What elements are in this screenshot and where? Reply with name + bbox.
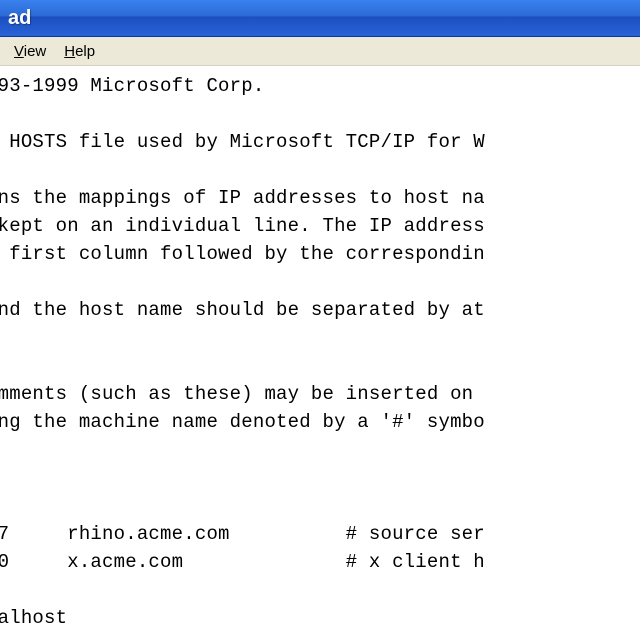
menu-view-mnemonic: V bbox=[14, 43, 24, 60]
menu-help[interactable]: Help bbox=[56, 41, 103, 62]
menu-view[interactable]: View bbox=[6, 41, 54, 62]
menu-bar: View Help bbox=[0, 37, 640, 66]
app-window: ad View Help (c) 1993-1999 Microsoft Cor… bbox=[0, 0, 640, 640]
title-text: ad bbox=[8, 7, 31, 30]
menu-view-rest: iew bbox=[24, 43, 47, 60]
title-bar[interactable]: ad bbox=[0, 0, 640, 37]
menu-help-rest: elp bbox=[75, 43, 95, 60]
menu-help-mnemonic: H bbox=[64, 43, 75, 60]
editor-content[interactable]: (c) 1993-1999 Microsoft Corp. sample HOS… bbox=[0, 66, 640, 640]
